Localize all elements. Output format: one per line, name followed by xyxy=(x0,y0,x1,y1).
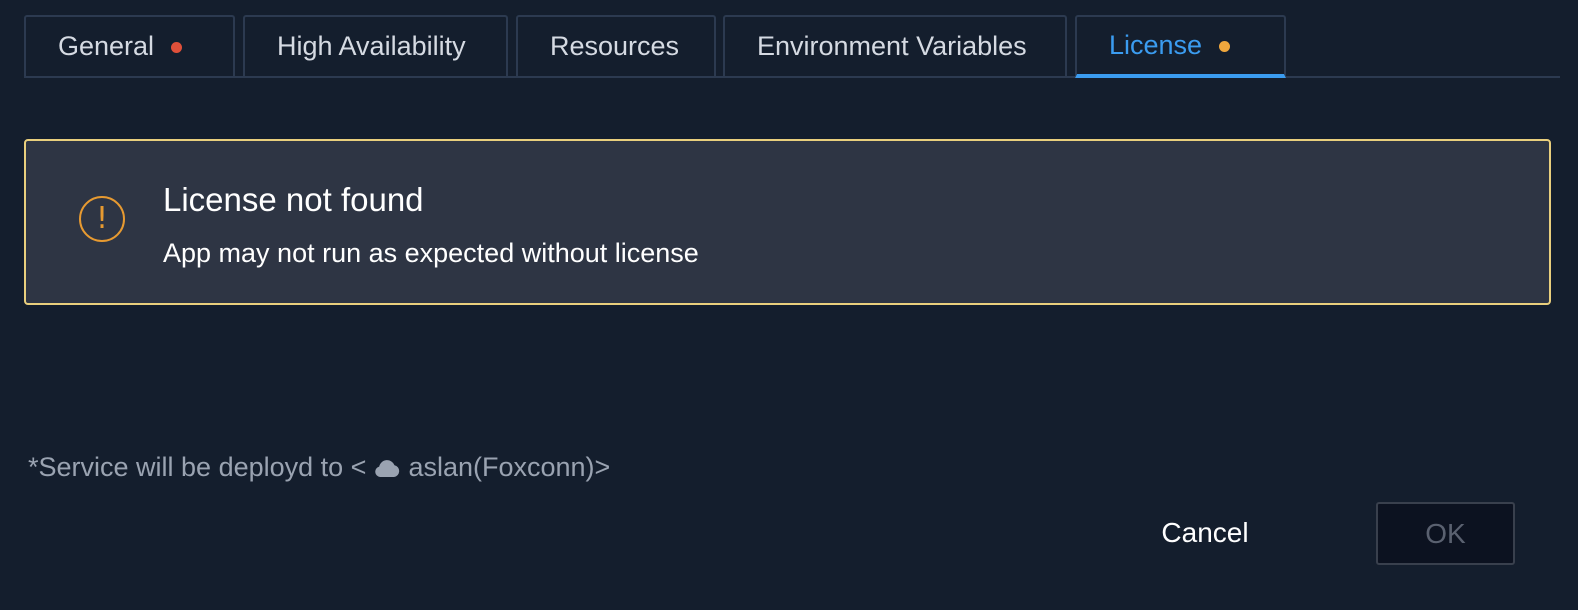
tab-resources[interactable]: Resources xyxy=(516,15,716,76)
warning-dot-icon xyxy=(1219,40,1231,52)
tab-general[interactable]: General xyxy=(24,15,235,76)
tab-label: General xyxy=(58,31,155,61)
tab-high-availability[interactable]: High Availability xyxy=(243,15,508,76)
deploy-target-note: *Service will be deployd to < aslan(Foxc… xyxy=(28,452,610,483)
error-dot-icon xyxy=(171,41,183,53)
tab-label: License xyxy=(1109,30,1203,60)
tab-label: High Availability xyxy=(277,31,466,61)
tab-environment-variables[interactable]: Environment Variables xyxy=(723,15,1067,76)
tab-label: Environment Variables xyxy=(757,31,1027,61)
cloud-icon xyxy=(375,459,400,477)
deploy-target: aslan(Foxconn)> xyxy=(408,452,611,482)
deploy-note-prefix: *Service will be deployd to < xyxy=(28,452,367,482)
license-warning-alert: ! License not found App may not run as e… xyxy=(24,139,1551,305)
alert-message: App may not run as expected without lice… xyxy=(163,238,699,268)
tab-license[interactable]: License xyxy=(1075,15,1286,78)
cancel-button[interactable]: Cancel xyxy=(1140,502,1270,564)
alert-title: License not found xyxy=(163,181,424,218)
ok-button[interactable]: OK xyxy=(1376,502,1515,565)
exclamation-circle-icon: ! xyxy=(79,196,125,242)
tab-label: Resources xyxy=(550,31,680,61)
tab-bar: General High Availability Resources Envi… xyxy=(24,15,1560,78)
